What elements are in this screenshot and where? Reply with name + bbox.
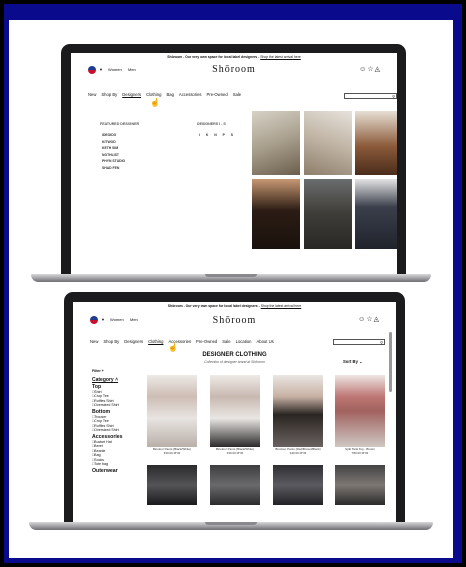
product-image[interactable] bbox=[210, 375, 260, 447]
laptop-notch bbox=[205, 274, 257, 277]
filter-option[interactable]: □Oversized Shirt bbox=[92, 403, 138, 407]
main-nav: New Shop By Designers Clothing Accessori… bbox=[90, 339, 274, 344]
nav-accessories[interactable]: Accessories bbox=[179, 92, 202, 97]
star-icon[interactable]: ☆ bbox=[367, 66, 374, 73]
announcement-text: Shōroom - Our very own space for local l… bbox=[167, 304, 260, 308]
search-icon[interactable]: ⚲ bbox=[392, 94, 395, 99]
filter-toggle[interactable]: Filter + bbox=[92, 369, 104, 373]
product-image[interactable] bbox=[147, 465, 197, 505]
logo[interactable]: Shōroom bbox=[213, 315, 257, 326]
product-image[interactable] bbox=[147, 375, 197, 447]
nav-sale[interactable]: Sale bbox=[222, 339, 230, 344]
product-image[interactable] bbox=[210, 465, 260, 505]
featured-designer-list: IDEOIDO KITWOD KETH SIM NOTHLIST PHYN ST… bbox=[102, 132, 125, 171]
header: ▼ Women Men Shōroom ☺☆◬ bbox=[73, 311, 396, 327]
search-icon[interactable]: ⚲ bbox=[380, 340, 383, 345]
nav-designers[interactable]: Designers bbox=[124, 339, 143, 344]
product-image[interactable] bbox=[335, 465, 385, 505]
announcement-bar: Shōroom - Our very own space for local l… bbox=[71, 53, 397, 62]
product-image[interactable] bbox=[335, 375, 385, 447]
nav-location[interactable]: Location bbox=[236, 339, 252, 344]
chevron-down-icon[interactable]: ▼ bbox=[101, 317, 105, 322]
card: Shōroom - Our very own space for local l… bbox=[9, 20, 453, 558]
hand-cursor-icon: ☝ bbox=[150, 98, 160, 107]
hand-cursor-icon: ☝ bbox=[168, 343, 178, 352]
designers-az-title: DESIGNERS I - S bbox=[197, 122, 226, 126]
star-icon[interactable]: ☆ bbox=[366, 316, 373, 323]
featured-designer-title: FEATURED DESIGNER bbox=[100, 122, 140, 126]
nav-designers[interactable]: Designers bbox=[122, 92, 141, 97]
product-caption[interactable]: Split Tank Top - Brown 780.00 MYR bbox=[331, 447, 389, 455]
nav-new[interactable]: New bbox=[90, 339, 98, 344]
header-icons[interactable]: ☺☆◬ bbox=[358, 315, 380, 323]
laptop-top: Shōroom - Our very own space for local l… bbox=[9, 20, 453, 290]
gender-women-link[interactable]: Women bbox=[108, 67, 122, 72]
editorial-image[interactable] bbox=[252, 111, 300, 175]
chevron-down-icon: ⌄ bbox=[359, 359, 363, 364]
bag-icon[interactable]: ◬ bbox=[374, 316, 380, 323]
product-image[interactable] bbox=[273, 375, 323, 447]
laptop-bottom: Shōroom - Our very own space for local l… bbox=[9, 288, 453, 558]
bag-icon[interactable]: ◬ bbox=[375, 66, 381, 73]
product-caption[interactable]: Bicolour Pants (Black/White) 340.00 MYR bbox=[143, 447, 201, 455]
scrollbar[interactable] bbox=[389, 332, 392, 392]
nav-new[interactable]: New bbox=[88, 92, 96, 97]
nav-shop-by[interactable]: Shop By bbox=[101, 92, 117, 97]
nav-about-us[interactable]: About Us bbox=[256, 339, 273, 344]
header: ▼ Women Men Shōroom ☺☆◬ bbox=[71, 62, 397, 78]
chevron-down-icon[interactable]: ▼ bbox=[99, 67, 103, 72]
laptop-screen: Shōroom - Our very own space for local l… bbox=[71, 53, 397, 275]
nav-shop-by[interactable]: Shop By bbox=[103, 339, 119, 344]
nav-clothing[interactable]: Clothing bbox=[146, 92, 161, 97]
gender-men-link[interactable]: Men bbox=[128, 67, 136, 72]
sort-dropdown[interactable]: Sort By ⌄ bbox=[343, 359, 363, 364]
nav-bag[interactable]: Bag bbox=[166, 92, 173, 97]
logo[interactable]: Shōroom bbox=[212, 64, 256, 75]
nav-pre-owned[interactable]: Pre-Owned bbox=[207, 92, 228, 97]
us-flag-icon[interactable] bbox=[90, 316, 98, 324]
gender-men-link[interactable]: Men bbox=[130, 317, 138, 322]
announcement-text: Shōroom - Our very own space for local l… bbox=[167, 55, 260, 59]
product-caption[interactable]: Bicolour Pants (Red/Brown/Black) 340.00 M… bbox=[269, 447, 327, 455]
header-icons[interactable]: ☺☆◬ bbox=[359, 65, 381, 73]
gender-women-link[interactable]: Women bbox=[110, 317, 124, 322]
filter-sidebar: Category ˄ Top □Shirt □Crop Tee □Ruffles… bbox=[92, 377, 138, 475]
announcement-link[interactable]: Shop the latest arrival here bbox=[260, 55, 301, 59]
category-heading[interactable]: Category ˄ bbox=[92, 377, 138, 383]
nav-clothing[interactable]: Clothing bbox=[148, 339, 163, 344]
designer-link[interactable]: PHYN STUDIO bbox=[102, 158, 125, 165]
us-flag-icon[interactable] bbox=[88, 66, 96, 74]
announcement-bar: Shōroom - Our very own space for local l… bbox=[73, 302, 396, 311]
nav-sale[interactable]: Sale bbox=[233, 92, 241, 97]
editorial-image[interactable] bbox=[355, 111, 397, 175]
designer-link[interactable]: SHAD FEN bbox=[102, 165, 125, 172]
product-image[interactable] bbox=[273, 465, 323, 505]
announcement-link[interactable]: Shop the latest arrival here bbox=[261, 304, 302, 308]
main-nav: New Shop By Designers Clothing Bag Acces… bbox=[88, 92, 241, 97]
editorial-image[interactable] bbox=[304, 179, 352, 249]
product-caption[interactable]: Bicolour Pants (Black/White) 340.00 MYR bbox=[206, 447, 264, 455]
filter-option[interactable]: □Oversized Shirt bbox=[92, 428, 138, 432]
nav-pre-owned[interactable]: Pre-Owned bbox=[196, 339, 217, 344]
designer-letter-index[interactable]: I K N P S bbox=[199, 132, 236, 139]
search-input[interactable]: ⚲ bbox=[333, 339, 385, 345]
editorial-image[interactable] bbox=[304, 111, 352, 175]
filter-group-outerwear: Outerwear bbox=[92, 468, 118, 475]
filter-option[interactable]: □Tote bag bbox=[92, 462, 138, 466]
editorial-image[interactable] bbox=[252, 179, 300, 249]
search-input[interactable]: ⚲ bbox=[344, 93, 397, 99]
editorial-image[interactable] bbox=[355, 179, 397, 249]
laptop-notch bbox=[205, 522, 257, 525]
laptop-screen: Shōroom - Our very own space for local l… bbox=[73, 302, 396, 522]
page-title: DESIGNER CLOTHING bbox=[202, 352, 267, 358]
